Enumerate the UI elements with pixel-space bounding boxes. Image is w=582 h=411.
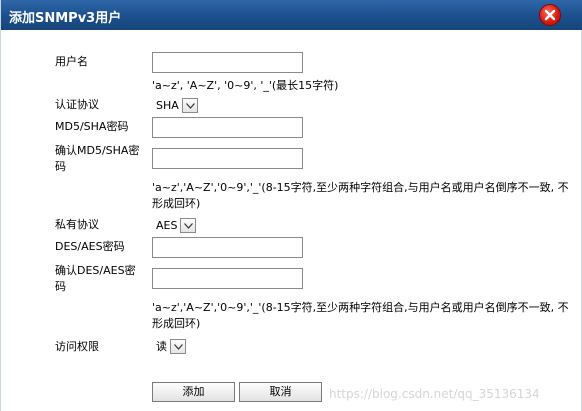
access-rights-select[interactable]: 读	[156, 337, 186, 355]
confirm-auth-password-input[interactable]	[152, 148, 303, 169]
auth-password-input[interactable]	[152, 117, 303, 138]
watermark-text: https://blog.csdn.net/qq_35136134	[329, 387, 540, 401]
auth-protocol-dropdown-button[interactable]	[181, 97, 198, 113]
add-button[interactable]: 添加	[152, 382, 235, 402]
username-hint: 'a~z', 'A~Z', '0~9', '_'(最长15字符)	[152, 79, 339, 92]
privacy-protocol-value: AES	[156, 218, 178, 232]
privacy-password-label: DES/AES密码	[55, 240, 125, 253]
cancel-button[interactable]: 取消	[239, 382, 322, 402]
auth-password-hint-line1: 'a~z','A~Z','0~9','_'(8-15字符,至少两种字符组合,与用…	[152, 181, 569, 194]
confirm-auth-password-label-line1: 确认MD5/SHA密	[55, 144, 140, 157]
privacy-password-hint-line1: 'a~z','A~Z','0~9','_'(8-15字符,至少两种字符组合,与用…	[152, 301, 569, 314]
username-label: 用户名	[55, 55, 88, 68]
access-rights-label: 访问权限	[55, 340, 99, 353]
confirm-privacy-password-input[interactable]	[152, 268, 303, 289]
access-rights-dropdown-button[interactable]	[170, 338, 186, 354]
confirm-auth-password-label-line2: 码	[55, 160, 66, 173]
add-snmpv3-user-dialog: 添加SNMPv3用户 用户名 'a~z', 'A~Z', '0~9', '_'(…	[0, 0, 582, 411]
auth-protocol-select[interactable]: SHA	[156, 96, 198, 114]
confirm-privacy-password-label-line2: 码	[55, 280, 66, 293]
privacy-password-hint-line2: 形成回环)	[152, 317, 201, 330]
username-input[interactable]	[152, 52, 303, 73]
confirm-privacy-password-label-line1: 确认DES/AES密	[55, 264, 136, 277]
access-rights-value: 读	[156, 340, 167, 353]
auth-password-label: MD5/SHA密码	[55, 120, 129, 133]
auth-protocol-value: SHA	[156, 98, 179, 112]
dialog-title: 添加SNMPv3用户	[9, 11, 122, 26]
privacy-protocol-select[interactable]: AES	[156, 216, 197, 234]
privacy-protocol-label: 私有协议	[55, 218, 99, 231]
dialog-titlebar: 添加SNMPv3用户	[1, 0, 582, 30]
auth-protocol-label: 认证协议	[55, 98, 99, 111]
auth-password-hint-line2: 形成回环)	[152, 197, 201, 210]
privacy-password-input[interactable]	[152, 237, 303, 258]
privacy-protocol-dropdown-button[interactable]	[180, 217, 197, 233]
close-button[interactable]	[539, 4, 561, 26]
